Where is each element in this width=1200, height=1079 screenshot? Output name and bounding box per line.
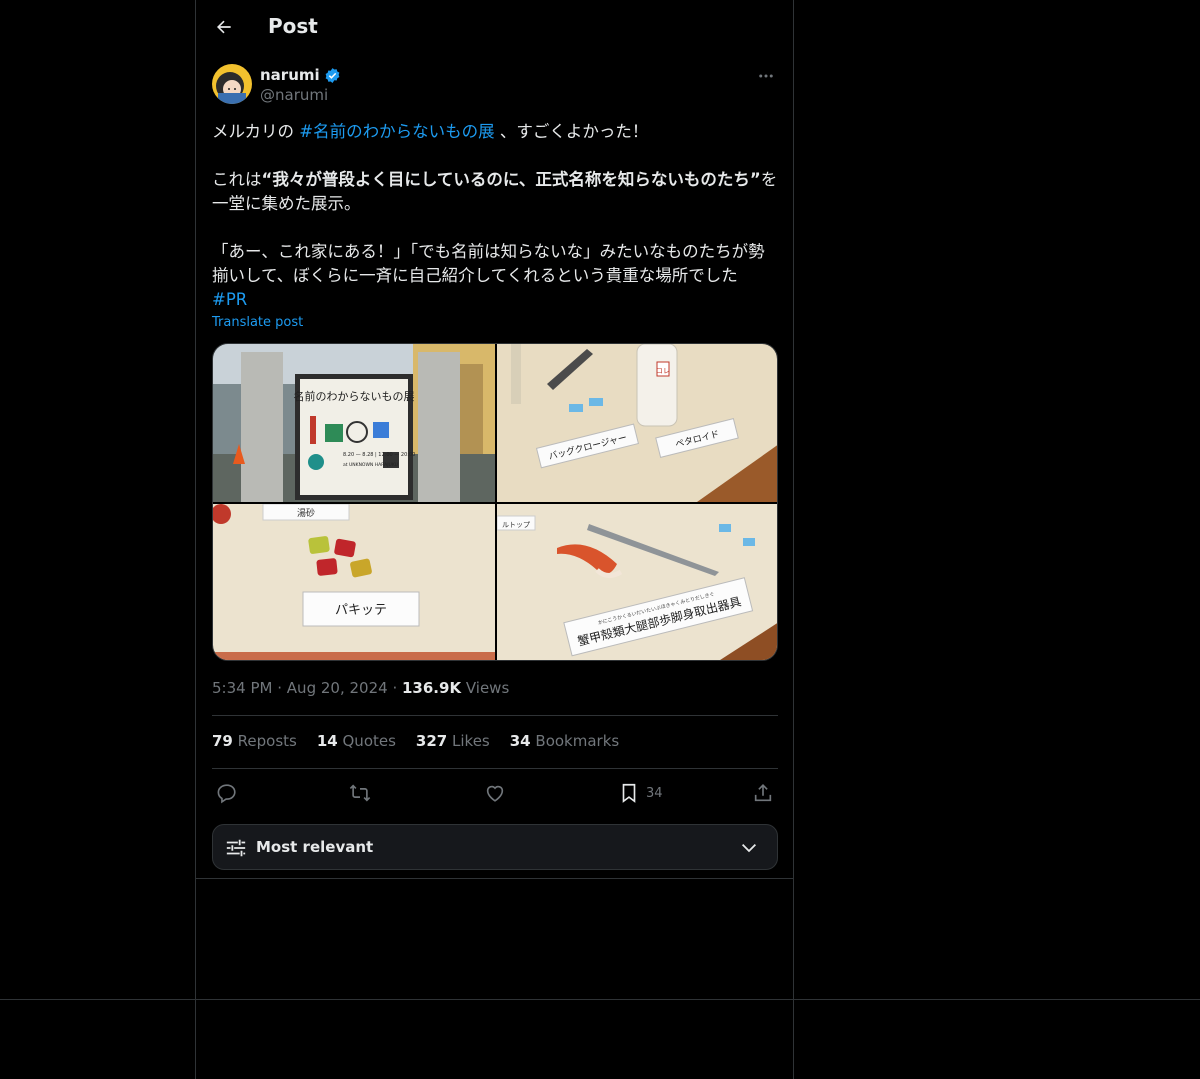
sort-replies-dropdown[interactable]: Most relevant [212,824,778,870]
stat-bookmarks[interactable]: 34 Bookmarks [510,732,619,750]
back-arrow-icon [217,20,231,34]
post-date[interactable]: Aug 20, 2024 [287,679,388,697]
author-name-row: narumi [260,66,341,84]
sort-label: Most relevant [256,838,374,856]
avatar[interactable] [212,64,252,104]
views-label: Views [465,679,510,697]
repost-icon [349,784,371,802]
action-bar: 34 [212,780,778,806]
sign-title-text: 名前のわからないもの展 [294,389,415,403]
primary-column: Post narumi @narumi メルカリの #名前のわからないもの展 、… [195,0,794,1079]
media-image-4[interactable]: ルトップ かにこうかくるいだいたいぶほきゃくみとりだしきぐ 蟹甲殻類大腿部歩脚身… [497,504,777,660]
bookmark-button[interactable]: 34 [618,780,663,806]
post-bottom-divider [196,878,793,879]
post-stats: 79 Reposts 14 Quotes 327 Likes 34 Bookma… [212,732,619,750]
back-button[interactable] [208,11,240,43]
sign-venue-text: at UNKNOWN HARAJUKU [343,462,398,468]
stat-quotes[interactable]: 14 Quotes [317,732,396,750]
hashtag-pr-link[interactable]: #PR [212,290,247,309]
stat-likes[interactable]: 327 Likes [416,732,490,750]
views-count: 136.9K [402,679,462,697]
bookmark-icon [622,783,636,803]
more-dots-icon [759,74,773,78]
bottle-tag-text: コレ [656,367,670,375]
post-line-2: これは“我々が普段よく目にしているのに、正式名称を知らないものたち”を一堂に集め… [212,170,778,213]
chevron-down-icon [741,843,757,853]
hashtag-link[interactable]: #名前のわからないもの展 [299,122,494,141]
post-line-1: メルカリの #名前のわからないもの展 、すごくよかった！ [212,122,649,141]
divider [212,768,778,769]
bookmark-count: 34 [646,785,663,801]
post-line-4: #PR [212,288,778,312]
label-left-text: ルトップ [502,521,530,529]
divider [212,715,778,716]
post-line-3: 「あー、これ家にある！」「でも名前は知らないな」みたいなものたちが勢揃いして、ぼ… [212,242,765,285]
share-button[interactable] [752,780,774,806]
share-icon [754,784,772,802]
media-image-3[interactable]: 湯砂 パキッテ [213,504,495,660]
media-image-1[interactable]: 名前のわからないもの展 8.20 — 8.28 | 12:00 — 20:00 … [213,344,495,502]
label-pakitte: パキッテ [335,603,387,618]
author-name[interactable]: narumi [260,66,320,84]
post-time[interactable]: 5:34 PM [212,679,272,697]
sliders-icon [226,839,246,857]
author-handle[interactable]: @narumi [260,86,328,104]
stat-reposts[interactable]: 79 Reposts [212,732,297,750]
label-top-text: 湯砂 [297,507,315,519]
sign-dates-text: 8.20 — 8.28 | 12:00 — 20:00 [343,452,415,458]
like-button[interactable] [484,780,506,806]
reply-button[interactable] [216,780,238,806]
media-image-2[interactable]: コレ バッグクロージャー ペタロイド [497,344,777,502]
page-header: Post [196,0,793,53]
verified-badge-icon [325,67,340,83]
post-text: メルカリの #名前のわからないもの展 、すごくよかった！ これは“我々が普段よく… [212,120,778,312]
repost-button[interactable] [349,780,371,806]
post-meta: 5:34 PM · Aug 20, 2024 · 136.9K Views [212,679,510,697]
translate-post-link[interactable]: Translate post [212,315,303,330]
like-icon [486,785,504,802]
more-options-button[interactable] [754,64,778,88]
media-grid: 名前のわからないもの展 8.20 — 8.28 | 12:00 — 20:00 … [212,343,778,661]
page-title: Post [268,14,318,38]
reply-icon [217,784,236,804]
